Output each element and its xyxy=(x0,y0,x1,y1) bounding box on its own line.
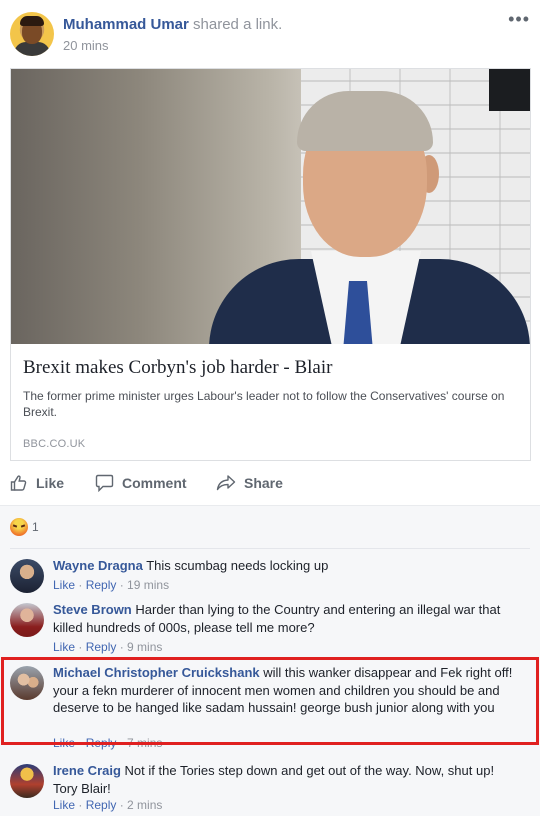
comment-reply-link[interactable]: Reply xyxy=(86,736,117,750)
commenter-avatar[interactable] xyxy=(10,764,44,798)
comment-time[interactable]: 19 mins xyxy=(127,578,169,592)
commenter-avatar[interactable] xyxy=(10,603,44,637)
share-label: Share xyxy=(244,475,283,491)
share-button[interactable]: Share xyxy=(216,467,283,499)
comment-reply-link[interactable]: Reply xyxy=(86,640,117,654)
link-preview-card[interactable]: Brexit makes Corbyn's job harder - Blair… xyxy=(10,68,531,461)
comment-text: This scumbag needs locking up xyxy=(146,558,329,573)
comment-like-link[interactable]: Like xyxy=(53,640,75,654)
link-description: The former prime minister urges Labour's… xyxy=(23,389,505,419)
post-header: Muhammad Umar shared a link. 20 mins ••• xyxy=(0,0,540,68)
like-label: Like xyxy=(36,475,65,491)
reaction-count: 1 xyxy=(32,520,39,534)
link-source: BBC.CO.UK xyxy=(23,438,86,450)
comment-meta: Like · Reply · 19 mins xyxy=(53,578,170,592)
post-timestamp[interactable]: 20 mins xyxy=(63,38,109,53)
commenter-name[interactable]: Irene Craig xyxy=(53,763,121,778)
comment-time[interactable]: 7 mins xyxy=(127,736,162,750)
comment-meta: Like · Reply · 2 mins xyxy=(53,798,163,812)
comment-body: Irene Craig Not if the Tories step down … xyxy=(53,762,513,797)
comment-like-link[interactable]: Like xyxy=(53,736,75,750)
divider xyxy=(10,548,530,549)
post-author-line: Muhammad Umar shared a link. xyxy=(63,16,282,33)
like-button[interactable]: Like xyxy=(10,467,64,499)
ellipsis-icon[interactable]: ••• xyxy=(508,10,530,28)
comment-button[interactable]: Comment xyxy=(95,467,187,499)
speech-bubble-icon xyxy=(95,474,114,492)
comment-label: Comment xyxy=(122,475,187,491)
commenter-name[interactable]: Wayne Dragna xyxy=(53,558,143,573)
commenter-name[interactable]: Michael Christopher Cruickshank xyxy=(53,665,260,680)
commenter-avatar[interactable] xyxy=(10,559,44,593)
comment-meta: Like · Reply · 9 mins xyxy=(53,640,163,654)
author-avatar[interactable] xyxy=(10,12,54,56)
link-title[interactable]: Brexit makes Corbyn's job harder - Blair xyxy=(23,357,332,379)
author-name[interactable]: Muhammad Umar xyxy=(63,16,189,33)
comment-time[interactable]: 2 mins xyxy=(127,798,162,812)
comment-meta: Like · Reply · 7 mins xyxy=(53,736,163,750)
comment-reply-link[interactable]: Reply xyxy=(86,578,117,592)
comment-body: Wayne Dragna This scumbag needs locking … xyxy=(53,557,513,575)
link-card-body[interactable]: Brexit makes Corbyn's job harder - Blair… xyxy=(11,344,530,460)
comment-time[interactable]: 9 mins xyxy=(127,640,162,654)
comment-body: Steve Brown Harder than lying to the Cou… xyxy=(53,601,513,636)
angry-reaction-icon xyxy=(10,518,28,536)
post-actions-bar: Like Comment Share xyxy=(0,467,540,499)
reaction-summary[interactable]: 1 xyxy=(10,518,39,536)
commenter-avatar[interactable] xyxy=(10,666,44,700)
post-action: shared a link. xyxy=(193,16,283,33)
comment-like-link[interactable]: Like xyxy=(53,798,75,812)
share-arrow-icon xyxy=(216,475,236,491)
commenter-name[interactable]: Steve Brown xyxy=(53,602,132,617)
link-thumbnail[interactable] xyxy=(11,69,530,344)
comment-reply-link[interactable]: Reply xyxy=(86,798,117,812)
thumbs-up-icon xyxy=(10,475,27,491)
comment-body: Michael Christopher Cruickshank will thi… xyxy=(53,664,513,717)
comment-like-link[interactable]: Like xyxy=(53,578,75,592)
